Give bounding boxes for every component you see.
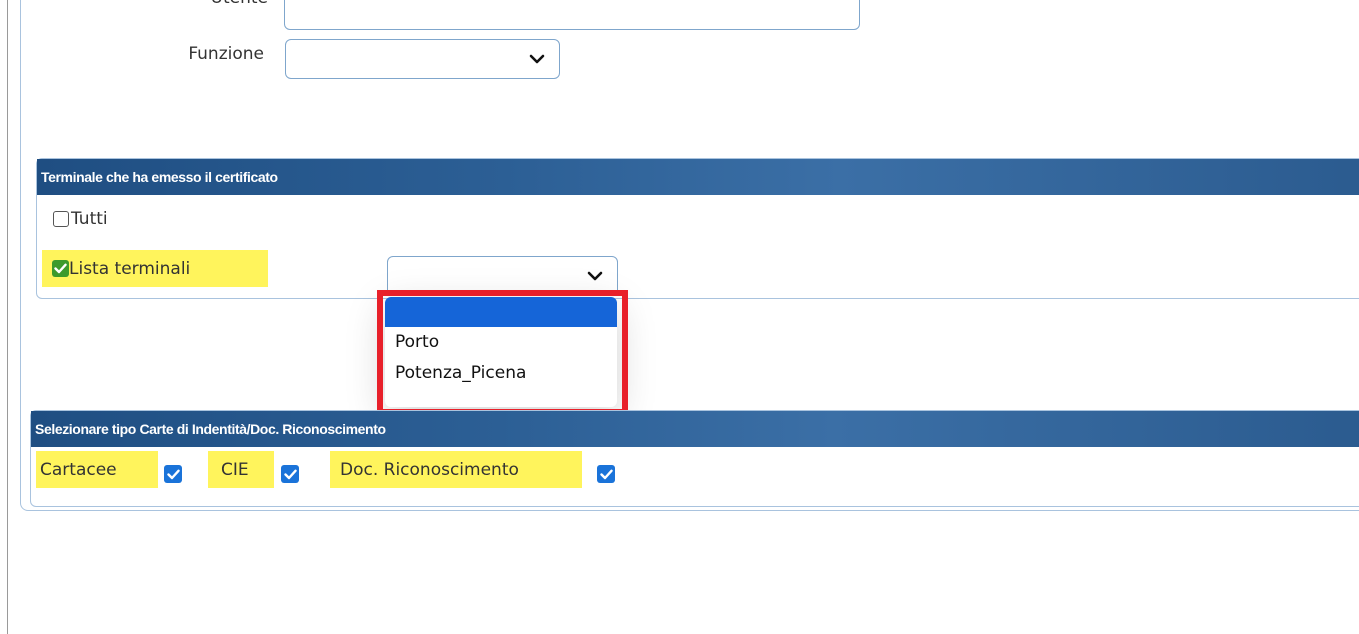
- checkmark-icon: [283, 469, 297, 479]
- cartacee-label: Cartacee: [40, 459, 117, 480]
- terminal-option-potenza-picena[interactable]: Potenza_Picena: [385, 358, 617, 389]
- checkmark-icon: [166, 469, 180, 479]
- funzione-label: Funzione: [188, 44, 264, 64]
- checkmark-icon: [54, 263, 67, 274]
- utente-label: Utente: [178, 0, 268, 8]
- lista-terminali-label: Lista terminali: [69, 258, 191, 279]
- chevron-down-icon: [529, 54, 545, 64]
- funzione-select[interactable]: [285, 39, 560, 79]
- cie-label-highlight: CIE: [208, 451, 274, 488]
- cartacee-checkbox[interactable]: [164, 465, 182, 483]
- terminal-option-empty[interactable]: [385, 297, 617, 327]
- lista-terminali-checkbox[interactable]: [52, 260, 69, 277]
- terminal-section-title: Terminale che ha emesso il certificato: [37, 159, 1359, 195]
- cartacee-label-highlight: Cartacee: [36, 451, 158, 488]
- id-type-section-title: Selezionare tipo Carte di Indentità/Doc.…: [31, 411, 1359, 447]
- tutti-checkbox[interactable]: [53, 211, 69, 227]
- doc-riconoscimento-label-highlight: Doc. Riconoscimento: [330, 451, 582, 488]
- terminal-select[interactable]: [387, 256, 618, 296]
- terminal-option-porto[interactable]: Porto: [385, 327, 617, 358]
- cie-label: CIE: [221, 459, 249, 480]
- terminal-dropdown-list: Porto Potenza_Picena: [385, 297, 617, 407]
- checkmark-icon: [599, 469, 613, 479]
- doc-riconoscimento-checkbox[interactable]: [597, 465, 615, 483]
- tutti-option[interactable]: Tutti: [53, 209, 108, 229]
- tutti-label: Tutti: [71, 209, 108, 229]
- utente-input[interactable]: [284, 0, 860, 30]
- chevron-down-icon: [587, 271, 603, 281]
- page: Utente Funzione Terminale che ha emesso …: [0, 0, 1359, 634]
- cie-checkbox[interactable]: [281, 465, 299, 483]
- left-divider: [7, 0, 8, 634]
- lista-terminali-option[interactable]: Lista terminali: [42, 250, 268, 287]
- doc-riconoscimento-label: Doc. Riconoscimento: [340, 459, 519, 480]
